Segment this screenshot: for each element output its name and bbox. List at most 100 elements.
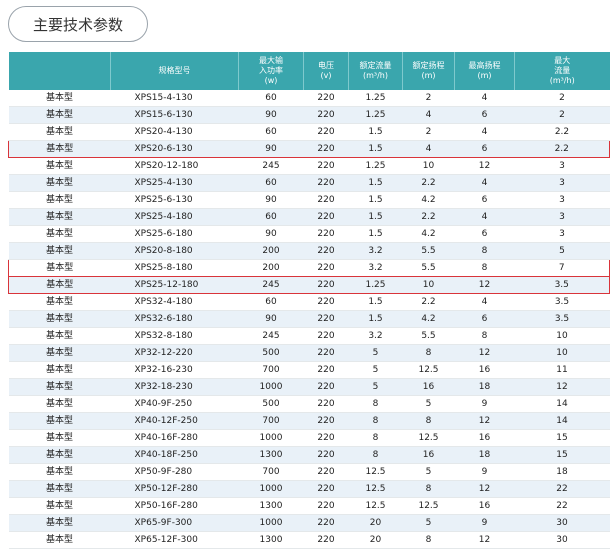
- table-cell: 基本型: [8, 429, 111, 447]
- table-cell: 3.5: [514, 293, 610, 311]
- table-cell: 基本型: [8, 480, 111, 498]
- table-cell: 5.5: [402, 242, 455, 260]
- table-cell: 4: [402, 106, 455, 124]
- table-cell: 6: [454, 140, 515, 158]
- table-cell: 220: [303, 327, 349, 345]
- table-cell: 基本型: [8, 412, 111, 430]
- table-cell: 8: [348, 429, 403, 447]
- table-cell: 基本型: [8, 497, 111, 515]
- table-cell: XP32-18-230: [110, 378, 239, 396]
- table-cell: 2: [402, 123, 455, 141]
- table-row: 基本型 XP65-12F-300 1300 220 20 8 12 30: [8, 531, 610, 549]
- table-cell: 220: [303, 259, 349, 277]
- table-cell: XPS15-4-130: [110, 90, 239, 107]
- table-cell: 1.25: [348, 106, 403, 124]
- table-cell: 1.5: [348, 310, 403, 328]
- table-cell: 4: [454, 123, 515, 141]
- table-cell: 5: [348, 361, 403, 379]
- table-cell: 1.25: [348, 276, 403, 294]
- table-row: 基本型 XPS15-6-130 90 220 1.25 4 6 2: [8, 106, 610, 124]
- table-cell: 16: [454, 497, 515, 515]
- table-cell: 4.2: [402, 191, 455, 209]
- table-cell: 2.2: [402, 208, 455, 226]
- table-row: 基本型 XP50-12F-280 1000 220 12.5 8 12 22: [8, 480, 610, 498]
- table-cell: 基本型: [8, 361, 111, 379]
- column-header: 最大 流量 (m³/h): [514, 52, 610, 90]
- table-cell: 30: [514, 531, 610, 549]
- table-cell: 3.2: [348, 327, 403, 345]
- table-cell: 3: [514, 174, 610, 192]
- table-cell: 12.5: [348, 497, 403, 515]
- table-cell: 10: [514, 344, 610, 362]
- table-cell: XPS25-8-180: [110, 259, 239, 277]
- table-cell: 基本型: [8, 446, 111, 464]
- table-cell: 6: [454, 191, 515, 209]
- table-cell: 220: [303, 395, 349, 413]
- table-cell: XP40-9F-250: [110, 395, 239, 413]
- table-cell: 60: [238, 208, 304, 226]
- table-cell: 10: [402, 157, 455, 175]
- table-cell: 18: [454, 378, 515, 396]
- table-row: 基本型 XP40-12F-250 700 220 8 8 12 14: [8, 412, 610, 430]
- table-cell: XP32-16-230: [110, 361, 239, 379]
- table-cell: 12: [454, 344, 515, 362]
- table-cell: 220: [303, 429, 349, 447]
- table-cell: 30: [514, 514, 610, 532]
- table-cell: 220: [303, 140, 349, 158]
- table-cell: XPS20-6-130: [110, 140, 239, 158]
- table-cell: 220: [303, 242, 349, 260]
- table-cell: 200: [238, 259, 304, 277]
- table-cell: 90: [238, 225, 304, 243]
- table-cell: 3.5: [514, 310, 610, 328]
- table-body: 基本型 XPS15-4-130 60 220 1.25 2 4 2 基本型 XPS15-6-130…: [8, 90, 610, 549]
- table-cell: 220: [303, 361, 349, 379]
- table-cell: 245: [238, 276, 304, 294]
- table-cell: 基本型: [8, 208, 111, 226]
- table-cell: 1000: [238, 480, 304, 498]
- table-cell: 1.25: [348, 90, 403, 107]
- table-cell: 3.2: [348, 259, 403, 277]
- table-cell: 700: [238, 412, 304, 430]
- table-cell: 1300: [238, 497, 304, 515]
- table-cell: 14: [514, 412, 610, 430]
- table-cell: 220: [303, 344, 349, 362]
- table-cell: XPS15-6-130: [110, 106, 239, 124]
- table-row: 基本型 XPS20-12-180 245 220 1.25 10 12 3: [8, 157, 610, 175]
- table-cell: 220: [303, 412, 349, 430]
- table-cell: 8: [454, 259, 515, 277]
- table-cell: 245: [238, 327, 304, 345]
- table-cell: 16: [454, 429, 515, 447]
- column-header: 最高扬程 (m): [454, 52, 515, 90]
- table-cell: 1000: [238, 429, 304, 447]
- table-cell: XP32-12-220: [110, 344, 239, 362]
- table-cell: 8: [402, 531, 455, 549]
- table-cell: 4.2: [402, 225, 455, 243]
- table-cell: 5: [402, 395, 455, 413]
- table-cell: 基本型: [8, 191, 111, 209]
- table-cell: XPS32-4-180: [110, 293, 239, 311]
- table-cell: 3.2: [348, 242, 403, 260]
- table-cell: 220: [303, 157, 349, 175]
- table-row: 基本型 XP40-18F-250 1300 220 8 16 18 15: [8, 446, 610, 464]
- column-header-text: (m): [477, 71, 492, 80]
- table-row: 基本型 XP65-9F-300 1000 220 20 5 9 30: [8, 514, 610, 532]
- table-cell: 220: [303, 378, 349, 396]
- table-cell: 基本型: [8, 157, 111, 175]
- table-cell: 1.5: [348, 140, 403, 158]
- table-cell: 15: [514, 446, 610, 464]
- table-cell: 220: [303, 463, 349, 481]
- table-cell: 2.2: [402, 174, 455, 192]
- table-cell: 15: [514, 429, 610, 447]
- table-cell: 12.5: [402, 497, 455, 515]
- table-row: 基本型 XPS25-6-130 90 220 1.5 4.2 6 3: [8, 191, 610, 209]
- table-cell: 90: [238, 140, 304, 158]
- table-cell: 1.5: [348, 191, 403, 209]
- table-row: 基本型 XPS20-8-180 200 220 3.2 5.5 8 5: [8, 242, 610, 260]
- table-cell: 60: [238, 293, 304, 311]
- table-cell: 220: [303, 90, 349, 107]
- column-header-text: 电压: [318, 61, 334, 70]
- table-cell: XPS20-4-130: [110, 123, 239, 141]
- table-cell: XPS32-8-180: [110, 327, 239, 345]
- table-cell: 1000: [238, 514, 304, 532]
- table-cell: 8: [348, 446, 403, 464]
